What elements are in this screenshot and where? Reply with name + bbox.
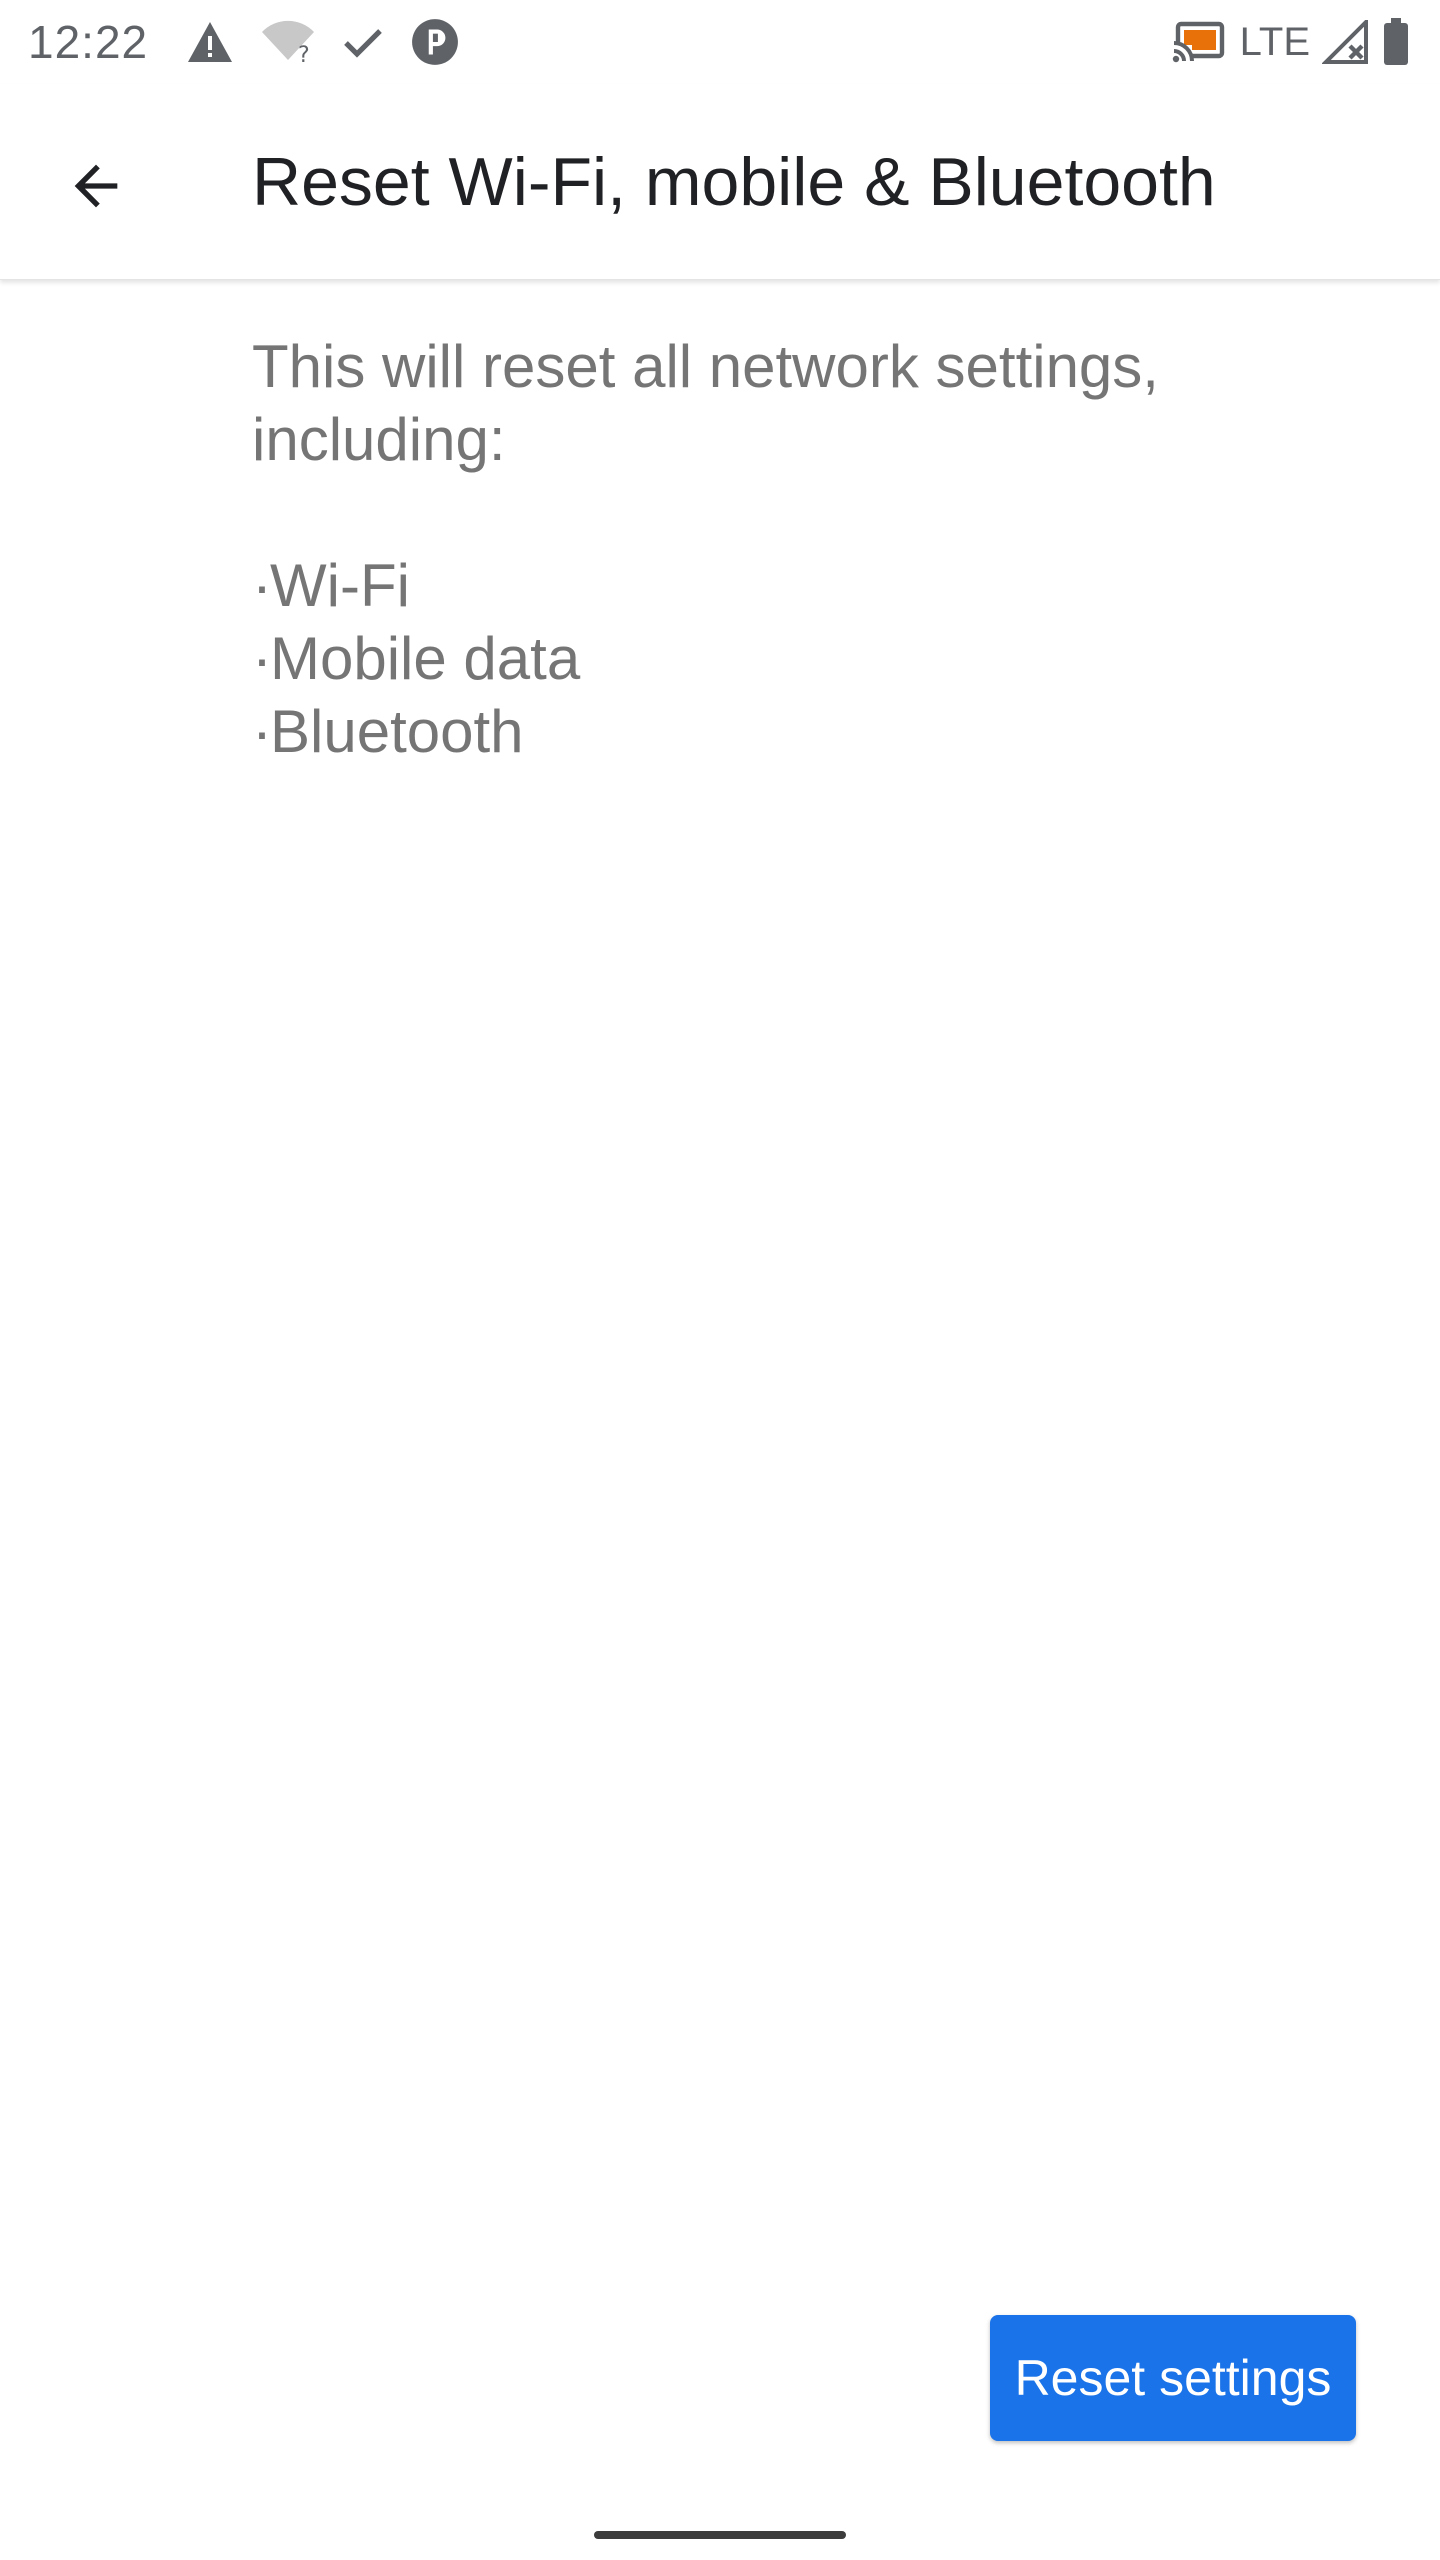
status-bar-right: LTE [1171, 18, 1410, 66]
battery-icon [1382, 18, 1410, 66]
page-title: Reset Wi-Fi, mobile & Bluetooth [252, 144, 1216, 220]
reset-settings-button[interactable]: Reset settings [990, 2315, 1356, 2441]
network-type-label: LTE [1239, 19, 1310, 64]
check-icon [342, 25, 384, 59]
list-bullet: · [252, 552, 272, 619]
cast-icon [1171, 21, 1226, 63]
reset-description: This will reset all network settings, in… [252, 333, 1159, 473]
list-item-mobile-data: · Mobile data [252, 622, 1252, 695]
list-item-bluetooth: · Bluetooth [252, 695, 1252, 768]
status-time: 12:22 [28, 16, 149, 68]
status-bar-left: 12:22 ? [28, 15, 486, 69]
list-item-wifi: · Wi-Fi [252, 549, 1252, 622]
app-bar: Reset Wi-Fi, mobile & Bluetooth [0, 84, 1440, 280]
svg-text:?: ? [298, 43, 310, 64]
warning-icon [186, 20, 234, 64]
list-item-label: Mobile data [270, 625, 581, 692]
reset-description-section: This will reset all network settings, in… [252, 330, 1252, 828]
signal-no-service-icon [1322, 20, 1368, 64]
list-item-label: Wi-Fi [270, 552, 410, 619]
list-bullet: · [252, 625, 272, 692]
gesture-navigation-handle[interactable] [594, 2531, 846, 2539]
arrow-back-icon [74, 164, 118, 208]
back-button[interactable] [44, 134, 148, 238]
list-item-label: Bluetooth [270, 698, 524, 765]
app-notification-icon [410, 17, 460, 67]
affected-settings-list: · Wi-Fi · Mobile data · Bluetooth [252, 549, 1252, 768]
wifi-unknown-icon: ? [260, 20, 316, 64]
list-bullet: · [252, 698, 272, 765]
status-bar: 12:22 ? LTE [0, 0, 1440, 84]
